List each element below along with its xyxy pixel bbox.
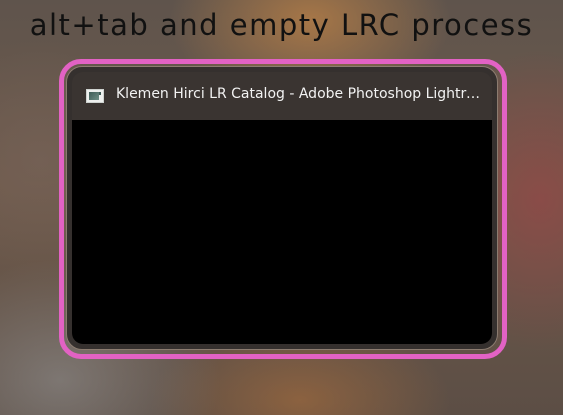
task-switcher-window-card[interactable]: Klemen Hirci LR Catalog - Adobe Photosho… xyxy=(66,66,498,350)
window-preview-thumbnail[interactable] xyxy=(72,120,492,344)
caption-text: alt+tab and empty LRC process xyxy=(29,8,534,42)
window-title: Klemen Hirci LR Catalog - Adobe Photosho… xyxy=(116,86,486,102)
window-card-titlebar[interactable]: Klemen Hirci LR Catalog - Adobe Photosho… xyxy=(72,72,492,120)
lightroom-app-icon xyxy=(86,89,104,103)
